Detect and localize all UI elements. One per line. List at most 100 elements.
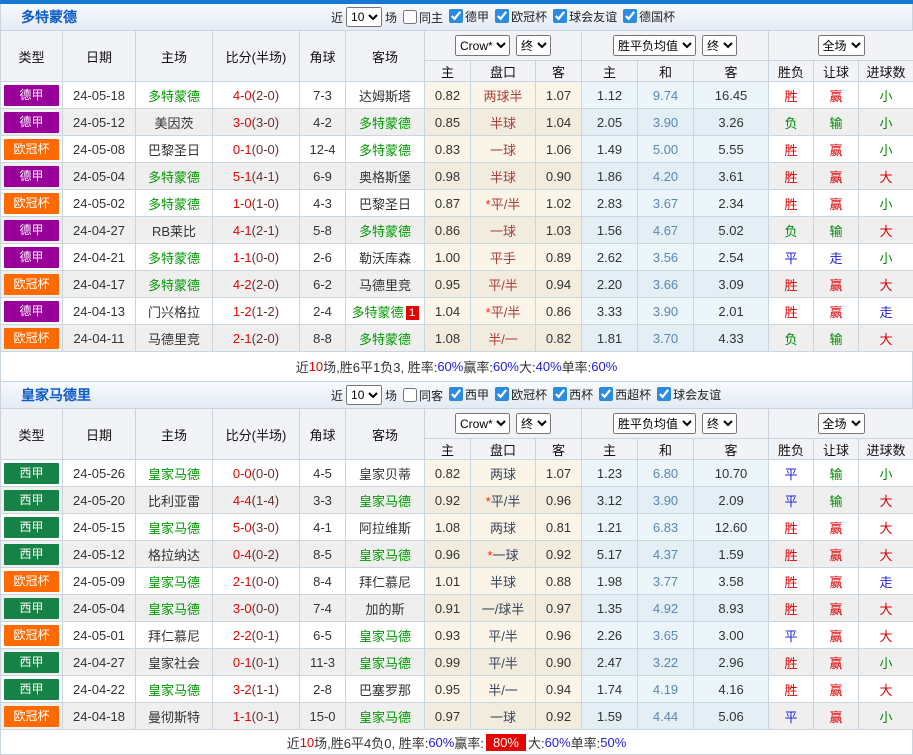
scope-group-header: 全场 bbox=[769, 409, 913, 439]
match-score: 3-0(3-0) bbox=[213, 109, 300, 136]
match-row: 德甲24-05-04多特蒙德5-1(4-1)6-9奥格斯堡0.98半球0.901… bbox=[1, 163, 913, 190]
match-date: 24-05-18 bbox=[63, 82, 136, 109]
away-team-cell: 马德里竞 bbox=[346, 271, 425, 298]
odds-away: 0.96 bbox=[536, 487, 582, 514]
col-header-odds-away: 客 bbox=[536, 439, 582, 460]
match-score: 2-1(0-0) bbox=[213, 568, 300, 595]
avg-draw: 6.83 bbox=[638, 514, 694, 541]
away-team-cell: 皇家马德 bbox=[346, 622, 425, 649]
league-checkbox[interactable] bbox=[495, 387, 509, 401]
avg-draw: 3.67 bbox=[638, 190, 694, 217]
league-filter[interactable]: 欧冠杯 bbox=[489, 386, 547, 403]
avg-stage-select[interactable]: 终 bbox=[702, 35, 737, 56]
league-filter[interactable]: 球会友谊 bbox=[547, 8, 617, 25]
corner-score: 7-4 bbox=[300, 595, 346, 622]
league-type-cell: 德甲 bbox=[1, 109, 63, 136]
away-team: 阿拉维斯 bbox=[359, 521, 411, 536]
match-score: 3-2(1-1) bbox=[213, 676, 300, 703]
odds-away: 0.88 bbox=[536, 568, 582, 595]
matches-table: 类型 日期 主场 比分(半场) 角球 客场 Crow*终 胜平负均值终 全场 主… bbox=[0, 30, 913, 352]
league-filter[interactable]: 西甲 bbox=[443, 386, 489, 403]
scope-select[interactable]: 全场 bbox=[818, 413, 865, 434]
league-filter[interactable]: 球会友谊 bbox=[651, 386, 721, 403]
avg-away: 2.96 bbox=[694, 649, 769, 676]
recent-games-select[interactable]: 10 bbox=[346, 385, 382, 405]
avg-stage-select[interactable]: 终 bbox=[702, 413, 737, 434]
away-team-cell: 阿拉维斯 bbox=[346, 514, 425, 541]
league-checkbox[interactable] bbox=[599, 387, 613, 401]
same-side-checkbox[interactable] bbox=[403, 388, 417, 402]
handicap-outcome: 输 bbox=[814, 109, 859, 136]
handicap-outcome: 输 bbox=[814, 460, 859, 487]
same-side-filter[interactable]: 同客 bbox=[397, 387, 443, 404]
avg-type-select[interactable]: 胜平负均值 bbox=[613, 35, 696, 56]
corner-score: 8-4 bbox=[300, 568, 346, 595]
league-checkbox[interactable] bbox=[495, 9, 509, 23]
league-filter[interactable]: 欧冠杯 bbox=[489, 8, 547, 25]
away-team-cell: 皇家马德 bbox=[346, 649, 425, 676]
avg-draw: 3.65 bbox=[638, 622, 694, 649]
col-header-avg-away: 客 bbox=[694, 61, 769, 82]
avg-away: 2.54 bbox=[694, 244, 769, 271]
match-score: 1-1(0-1) bbox=[213, 703, 300, 730]
avg-away: 8.93 bbox=[694, 595, 769, 622]
league-filter[interactable]: 西超杯 bbox=[593, 386, 651, 403]
odds-home: 0.82 bbox=[425, 82, 471, 109]
league-badge: 西甲 bbox=[4, 598, 59, 619]
match-row: 德甲24-04-13门兴格拉1-2(1-2)2-4多特蒙德11.04*平/半0.… bbox=[1, 298, 913, 325]
col-header-avg-away: 客 bbox=[694, 439, 769, 460]
league-filter-label: 德甲 bbox=[465, 8, 489, 25]
league-checkbox[interactable] bbox=[553, 9, 567, 23]
handicap-value: 半/一 bbox=[471, 325, 536, 352]
handicap-outcome: 输 bbox=[814, 325, 859, 352]
away-team-cell: 皇家马德 bbox=[346, 703, 425, 730]
team-title-link[interactable]: 皇家马德里 bbox=[21, 385, 91, 405]
avg-home: 2.83 bbox=[582, 190, 638, 217]
scope-select[interactable]: 全场 bbox=[818, 35, 865, 56]
home-team: 美因茨 bbox=[154, 116, 193, 131]
goals-outcome: 大 bbox=[859, 487, 913, 514]
away-team-cell: 皇家马德 bbox=[346, 541, 425, 568]
same-side-filter[interactable]: 同主 bbox=[397, 9, 443, 26]
odds-stage-select[interactable]: 终 bbox=[516, 413, 551, 434]
league-filter-label: 球会友谊 bbox=[673, 386, 721, 403]
col-header-score: 比分(半场) bbox=[213, 409, 300, 460]
league-type-cell: 西甲 bbox=[1, 649, 63, 676]
avg-home: 1.23 bbox=[582, 460, 638, 487]
league-checkbox[interactable] bbox=[553, 387, 567, 401]
recent-games-select[interactable]: 10 bbox=[346, 7, 382, 27]
away-team-cell: 巴黎圣日 bbox=[346, 190, 425, 217]
league-checkbox[interactable] bbox=[449, 9, 463, 23]
home-team-cell: 多特蒙德 bbox=[136, 244, 213, 271]
league-filter[interactable]: 德甲 bbox=[443, 8, 489, 25]
same-side-checkbox[interactable] bbox=[403, 10, 417, 24]
odds-company-select[interactable]: Crow* bbox=[455, 35, 510, 56]
team-title-link[interactable]: 多特蒙德 bbox=[21, 7, 77, 27]
odds-stage-select[interactable]: 终 bbox=[516, 35, 551, 56]
col-header-away: 客场 bbox=[346, 31, 425, 82]
avg-home: 1.49 bbox=[582, 136, 638, 163]
odds-company-select[interactable]: Crow* bbox=[455, 413, 510, 434]
avg-home: 1.98 bbox=[582, 568, 638, 595]
league-badge: 欧冠杯 bbox=[4, 193, 59, 214]
odds-home: 0.99 bbox=[425, 649, 471, 676]
league-checkbox[interactable] bbox=[623, 9, 637, 23]
league-checkbox[interactable] bbox=[657, 387, 671, 401]
league-badge: 欧冠杯 bbox=[4, 571, 59, 592]
home-team: 多特蒙德 bbox=[148, 170, 200, 185]
record-summary: 近10场,胜6平1负3, 胜率:60% 赢率:60% 大:40% 单率:60% bbox=[0, 352, 913, 382]
corner-score: 6-2 bbox=[300, 271, 346, 298]
odds-home: 1.01 bbox=[425, 568, 471, 595]
league-filter[interactable]: 西杯 bbox=[547, 386, 593, 403]
league-filter[interactable]: 德国杯 bbox=[617, 8, 675, 25]
home-team-cell: 多特蒙德 bbox=[136, 190, 213, 217]
goals-outcome: 大 bbox=[859, 541, 913, 568]
match-score: 4-2(2-0) bbox=[213, 271, 300, 298]
league-checkbox[interactable] bbox=[449, 387, 463, 401]
handicap-outcome: 赢 bbox=[814, 190, 859, 217]
avg-type-select[interactable]: 胜平负均值 bbox=[613, 413, 696, 434]
match-row: 欧冠杯24-04-17多特蒙德4-2(2-0)6-2马德里竞0.95平/半0.9… bbox=[1, 271, 913, 298]
avg-away: 2.34 bbox=[694, 190, 769, 217]
home-team-cell: 拜仁慕尼 bbox=[136, 622, 213, 649]
handicap-value: 两球半 bbox=[471, 82, 536, 109]
